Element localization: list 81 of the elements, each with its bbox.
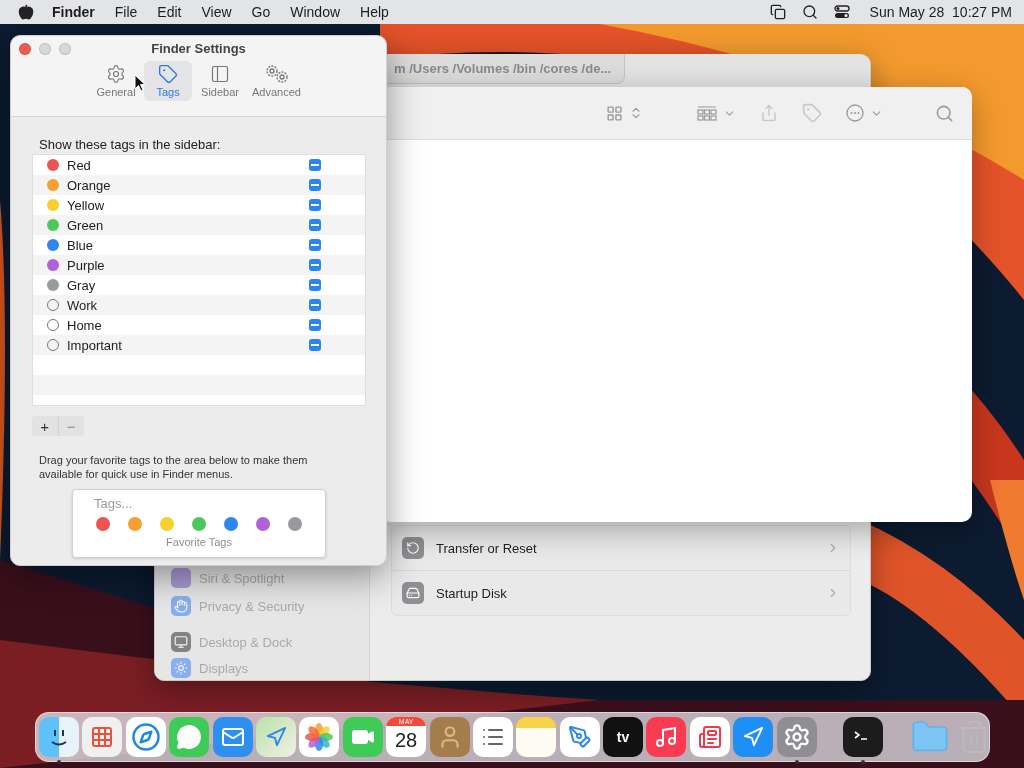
safari-icon[interactable] <box>125 717 166 757</box>
messages-icon[interactable] <box>169 717 210 757</box>
tag-name[interactable]: Yellow <box>67 197 309 213</box>
window-title: Finder Settings <box>151 41 246 56</box>
mail-icon[interactable] <box>212 717 253 757</box>
tv-label: tv <box>616 729 630 745</box>
favorite-tag-dot[interactable] <box>128 517 142 531</box>
clock[interactable]: Sun May 28 10:27 PM <box>869 4 1012 20</box>
settings-tab[interactable]: Advanced <box>248 61 305 101</box>
tag-checkbox[interactable] <box>309 199 321 211</box>
facetime-icon[interactable] <box>342 717 383 757</box>
tag-icon <box>158 64 179 84</box>
menu-item[interactable]: Finder <box>42 4 105 20</box>
tag-checkbox[interactable] <box>309 219 321 231</box>
grid-view-icon <box>606 104 623 122</box>
tag-name[interactable]: Home <box>67 317 309 333</box>
menu-item[interactable]: Help <box>350 4 399 20</box>
favorite-tag-dot[interactable] <box>288 517 302 531</box>
cursor-icon <box>134 74 146 92</box>
share-icon <box>760 104 778 122</box>
favorite-tag-dot[interactable] <box>96 517 110 531</box>
group-icon <box>697 105 717 121</box>
hand-icon <box>171 596 191 616</box>
tag-checkbox[interactable] <box>309 299 321 311</box>
tag-name[interactable]: Red <box>67 157 309 173</box>
sidebar-icon <box>210 64 231 84</box>
tag-checkbox[interactable] <box>309 339 321 351</box>
tag-name[interactable]: Green <box>67 217 309 233</box>
menu-item[interactable]: Go <box>241 4 281 20</box>
reminders-icon[interactable] <box>472 717 513 757</box>
tag-icon <box>802 103 822 123</box>
settings-tab[interactable]: Sidebar <box>196 61 245 101</box>
freeform-icon[interactable] <box>559 717 600 757</box>
favorite-tag-dot[interactable] <box>224 517 238 531</box>
tag-checkbox[interactable] <box>309 319 321 331</box>
settings-icon[interactable] <box>776 717 817 757</box>
reset-icon <box>402 537 424 559</box>
favorite-tag-dot[interactable] <box>256 517 270 531</box>
photos-icon[interactable] <box>299 717 340 757</box>
menu-item[interactable]: Edit <box>147 4 192 20</box>
search-icon <box>801 4 818 20</box>
settings-row[interactable]: Transfer or Reset <box>436 540 814 556</box>
section-heading: Show these tags in the sidebar: <box>39 137 222 152</box>
tag-name[interactable]: Purple <box>67 257 309 273</box>
settings-tab[interactable]: General <box>92 61 141 101</box>
gear-icon <box>106 64 127 84</box>
menu-item[interactable]: File <box>104 4 148 20</box>
menu-item[interactable]: View <box>191 4 242 20</box>
tag-name[interactable]: Orange <box>67 177 309 193</box>
add-button[interactable]: + <box>32 416 59 436</box>
terminal-icon[interactable] <box>843 717 884 757</box>
music-icon[interactable] <box>646 717 687 757</box>
control-center-icon <box>833 4 850 20</box>
tag-name[interactable]: Work <box>67 297 309 313</box>
calendar-day: 28 <box>395 726 418 754</box>
favorite-tags-caption: Favorite Tags <box>166 536 232 548</box>
dock-icon <box>171 632 191 652</box>
tag-name[interactable]: Gray <box>67 277 309 293</box>
favorite-tag-dot[interactable] <box>192 517 206 531</box>
windows-icon <box>769 4 786 20</box>
search-icon <box>935 103 954 123</box>
finder-icon[interactable] <box>39 717 79 757</box>
sun-icon <box>171 658 191 678</box>
close-button[interactable] <box>19 43 31 55</box>
tv-app-icon[interactable]: tv <box>603 717 644 757</box>
tag-checkbox[interactable] <box>309 159 321 171</box>
hint-text: Drag your favorite tags to the area below to make them available for quick use in Finder menus. <box>39 453 309 481</box>
favorite-tag-dot[interactable] <box>160 517 174 531</box>
settings-tab[interactable]: Tags <box>144 61 193 101</box>
settings-row[interactable]: Startup Disk <box>436 585 814 601</box>
tag-checkbox[interactable] <box>309 239 321 251</box>
news-icon[interactable] <box>689 717 730 757</box>
tag-name[interactable]: Blue <box>67 237 309 253</box>
more-icon <box>846 104 864 122</box>
apple-icon <box>18 4 34 20</box>
maps-icon[interactable] <box>255 717 296 757</box>
tag-checkbox[interactable] <box>309 179 321 191</box>
tag-checkbox[interactable] <box>309 279 321 291</box>
tag-name[interactable]: Important <box>67 337 309 353</box>
tag-checkbox[interactable] <box>309 259 321 271</box>
menu-item[interactable]: Window <box>280 4 351 20</box>
